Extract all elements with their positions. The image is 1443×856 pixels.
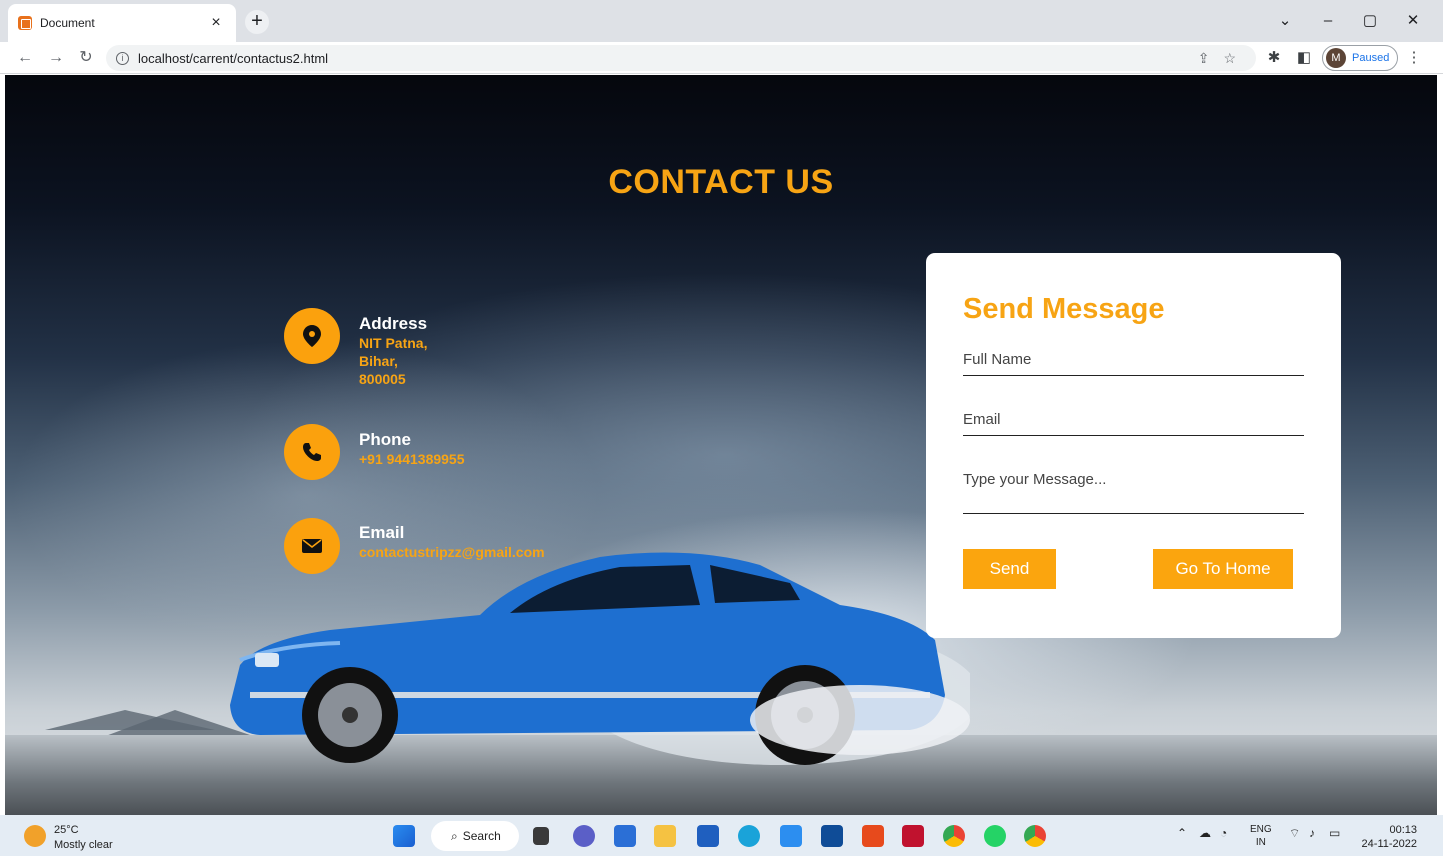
sports-car-image [230,552,970,765]
site-info-icon[interactable]: i [116,51,129,65]
widgets-icon[interactable] [614,825,636,847]
task-view-icon[interactable] [533,827,549,845]
close-icon[interactable]: ✕ [1400,8,1426,34]
system-clock[interactable]: 00:13 24-11-2022 [1362,823,1417,851]
tray-overflow-icon[interactable]: ⌃ [1177,826,1187,840]
windows-taskbar: 25°C Mostly clear ⌕ Search ⌃ ☁ ◔ ENG IN … [0,815,1443,856]
tab-title: Document [40,16,95,30]
contact-address: Address NIT Patna, Bihar, 800005 [284,308,427,388]
clock-date: 24-11-2022 [1361,838,1417,850]
language-code: ENG [1250,824,1272,835]
windows-start-icon[interactable] [393,825,415,847]
address-line: NIT Patna, [359,335,428,351]
menu-kebab-icon[interactable]: ⋮ [1402,46,1426,70]
browser-tabbar: Document × + ⌄ – ▢ ✕ [0,0,1443,42]
address-label: Address [359,314,428,333]
teams-chat-icon[interactable] [573,825,595,847]
weather-text: Mostly clear [54,839,113,851]
send-button[interactable]: Send [963,549,1056,589]
form-title: Send Message [963,293,1165,325]
battery-icon[interactable]: ▭ [1329,826,1340,840]
volume-icon[interactable]: ♪ [1309,826,1315,840]
restore-icon[interactable]: ▢ [1357,8,1383,34]
edge-icon[interactable] [738,825,760,847]
location-pin-icon [284,308,340,364]
extensions-icon[interactable]: ✱ [1262,46,1286,70]
address-line: Bihar, [359,353,398,369]
outlook-icon[interactable] [780,825,802,847]
profile-status: Paused [1352,52,1390,64]
temperature-text: 25°C [54,824,79,836]
chevron-down-icon[interactable]: ⌄ [1272,8,1298,34]
language-indicator[interactable]: ENG IN [1250,823,1272,849]
chrome-icon[interactable] [943,825,965,847]
weather-moon-icon[interactable] [24,825,46,847]
lens-app-icon[interactable] [821,825,843,847]
send-message-form: Send Message Full Name Email Type your M… [926,253,1341,638]
back-icon[interactable]: ← [13,46,37,70]
file-explorer-icon[interactable] [654,825,676,847]
phone-label: Phone [359,430,411,449]
chrome-profile-icon[interactable] [1024,825,1046,847]
onedrive-icon[interactable]: ☁ [1199,826,1211,840]
tray-app-icon[interactable]: ◔ [1220,826,1227,840]
phone-icon [284,424,340,480]
contact-phone: Phone +91 9441389955 [284,424,465,480]
browser-toolbar: ← → ↻ i localhost/carrent/contactus2.htm… [0,42,1443,74]
reload-icon[interactable]: ↻ [74,46,98,70]
mcafee-icon[interactable] [902,825,924,847]
tab-close-icon[interactable]: × [206,14,226,32]
page-favicon-icon [18,16,32,30]
region-code: IN [1255,837,1266,848]
address-line: 800005 [359,371,406,387]
share-icon[interactable]: ⇪ [1198,50,1210,67]
email-input[interactable]: Email [963,411,1304,436]
wifi-icon[interactable]: ⌔ [1289,826,1300,841]
clock-time: 00:13 [1389,824,1417,836]
bookmark-star-icon[interactable]: ☆ [1223,50,1236,67]
minimize-icon[interactable]: – [1315,8,1341,34]
forward-icon[interactable]: → [44,46,68,70]
whatsapp-icon[interactable] [984,825,1006,847]
side-panel-icon[interactable]: ◧ [1292,46,1316,70]
new-tab-button[interactable]: + [245,10,269,34]
browser-tab[interactable]: Document × [8,4,236,42]
page-title: CONTACT US [608,163,834,201]
search-icon: ⌕ [451,828,458,843]
office-icon[interactable] [862,825,884,847]
message-textarea[interactable]: Type your Message... [963,471,1304,514]
profile-button[interactable]: M Paused [1322,45,1398,71]
store-icon[interactable] [697,825,719,847]
address-bar[interactable]: i localhost/carrent/contactus2.html ⇪ ☆ [106,45,1256,71]
full-name-input[interactable]: Full Name [963,351,1304,376]
go-to-home-button[interactable]: Go To Home [1153,549,1293,589]
url-text: localhost/carrent/contactus2.html [138,50,329,66]
email-label: Email [359,523,405,542]
taskbar-search[interactable]: ⌕ Search [431,821,519,851]
search-label: Search [462,829,501,843]
page-background: CONTACT US Address NIT Patna, Bihar, 800… [5,75,1437,815]
phone-value: +91 9441389955 [359,451,465,467]
avatar: M [1326,48,1346,68]
